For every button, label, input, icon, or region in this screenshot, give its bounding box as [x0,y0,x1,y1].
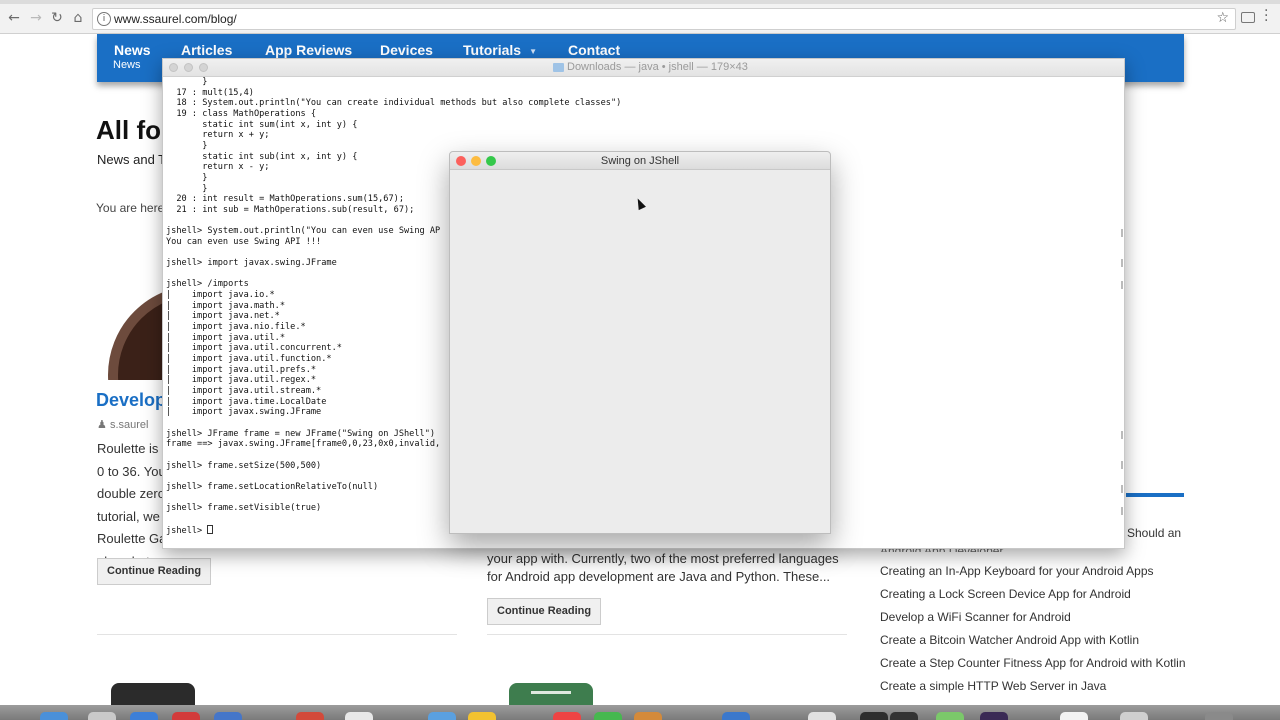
terminal-line: static int sum(int x, int y) { [166,119,358,130]
swing-titlebar[interactable]: Swing on JShell [450,152,830,170]
nav-devices[interactable]: Devices [380,42,433,58]
safari-icon[interactable] [130,712,158,720]
nav-tutorials-label: Tutorials [463,42,522,58]
breadcrumb: You are here [96,201,165,215]
scroll-marker[interactable] [1121,485,1123,493]
post-excerpt-2: your app with. Currently, two of the mos… [487,550,839,586]
prompt: jshell> [166,525,208,536]
recent-posts: Creating an In-App Keyboard for your And… [880,560,1186,698]
scroll-marker[interactable] [1121,507,1123,515]
divider [97,634,457,635]
post-thumbnail[interactable] [111,683,195,705]
author-name[interactable]: s.saurel [110,419,149,431]
browser-toolbar: ← → ↻ ⌂ i www.ssaurel.com/blog/ ☆ · · · [0,0,1280,34]
terminal-line: } [166,77,208,87]
nav-news-sub: News [113,59,141,71]
cast-icon[interactable] [1241,12,1255,23]
sidebar-link[interactable]: Create a simple HTTP Web Server in Java [880,675,1186,698]
bookmark-star-icon[interactable]: ☆ [1216,10,1229,26]
zoom-button[interactable] [199,63,208,72]
app-icon[interactable] [428,712,456,720]
menu-icon[interactable]: · · · [1264,4,1270,28]
scroll-marker[interactable] [1121,431,1123,439]
sidebar-accent [1126,493,1184,497]
user-icon: ♟ [97,419,107,431]
app-icon[interactable] [1120,712,1148,720]
url-text[interactable]: www.ssaurel.com/blog/ [114,12,237,26]
sidebar-link-fragment[interactable]: Should an [1127,526,1181,540]
app-icon[interactable] [860,712,888,720]
scroll-marker[interactable] [1121,281,1123,289]
nav-contact[interactable]: Contact [568,42,620,58]
forward-icon[interactable]: → [28,10,44,26]
app-icon[interactable] [594,712,622,720]
terminal-line: return x + y; [166,130,270,141]
page-subtitle: News and T [97,152,167,167]
terminal-titlebar[interactable]: Downloads — java • jshell — 179×43 [163,59,1124,77]
excerpt-line: your app with. Currently, two of the mos… [487,551,839,566]
dock [0,705,1280,720]
terminal-line: 18 : System.out.println("You can create … [166,98,622,109]
sidebar-link[interactable]: Creating an In-App Keyboard for your And… [880,560,1186,583]
sidebar-link[interactable]: Create a Bitcoin Watcher Android App wit… [880,629,1186,652]
app-icon[interactable] [172,712,200,720]
nav-app-reviews[interactable]: App Reviews [265,42,352,58]
post-thumbnail[interactable] [509,683,593,705]
app-icon[interactable] [808,712,836,720]
terminal-icon[interactable] [890,712,918,720]
scroll-marker[interactable] [1121,229,1123,237]
nav-tutorials[interactable]: Tutorials ▼ [463,42,537,58]
app-icon[interactable] [722,712,750,720]
app-icon[interactable] [980,712,1008,720]
swing-content-pane[interactable] [450,170,830,533]
notes-icon[interactable] [468,712,496,720]
sidebar-link[interactable]: Develop a WiFi Scanner for Android [880,606,1186,629]
home-icon[interactable]: ⌂ [70,10,86,26]
reload-icon[interactable]: ↻ [49,10,65,26]
finder-icon[interactable] [40,712,68,720]
page-title: All for [96,115,172,145]
terminal-line: } [166,140,208,151]
sidebar-link[interactable]: Create a Step Counter Fitness App for An… [880,652,1186,675]
continue-reading-button[interactable]: Continue Reading [97,558,212,585]
app-icon[interactable] [1060,712,1088,720]
folder-icon [553,63,564,72]
app-icon[interactable] [936,712,964,720]
sidebar-link[interactable]: Creating a Lock Screen Device App for An… [880,583,1186,606]
swing-title: Swing on JShell [600,155,680,167]
app-icon[interactable] [296,712,324,720]
app-icon[interactable] [345,712,373,720]
launchpad-icon[interactable] [88,712,116,720]
back-icon[interactable]: ← [6,10,22,26]
terminal-line: 17 : mult(15,4) [166,87,254,98]
trash-icon[interactable] [1205,712,1233,720]
address-bar[interactable]: i www.ssaurel.com/blog/ ☆ [92,8,1236,30]
continue-reading-button-2[interactable]: Continue Reading [487,598,602,625]
divider [487,634,847,635]
nav-articles[interactable]: Articles [181,42,232,58]
terminal-title: Downloads — java • jshell — 179×43 [567,61,748,73]
app-icon[interactable] [634,712,662,720]
close-button[interactable] [169,63,178,72]
app-icon[interactable] [214,712,242,720]
post-title[interactable]: Develop [96,390,166,411]
info-icon[interactable]: i [97,12,111,26]
excerpt-line: for Android app development are Java and… [487,569,831,584]
text-cursor [207,524,214,534]
minimize-button[interactable] [184,63,193,72]
app-icon[interactable] [553,712,581,720]
terminal-line: 19 : class MathOperations { [166,108,317,119]
dropdown-caret-icon: ▼ [529,46,537,56]
screen: ← → ↻ ⌂ i www.ssaurel.com/blog/ ☆ · · · Ne… [0,0,1280,720]
nav-news[interactable]: News [114,42,151,58]
scroll-marker[interactable] [1121,259,1123,267]
scroll-marker[interactable] [1121,461,1123,469]
tab-strip [0,0,1280,4]
